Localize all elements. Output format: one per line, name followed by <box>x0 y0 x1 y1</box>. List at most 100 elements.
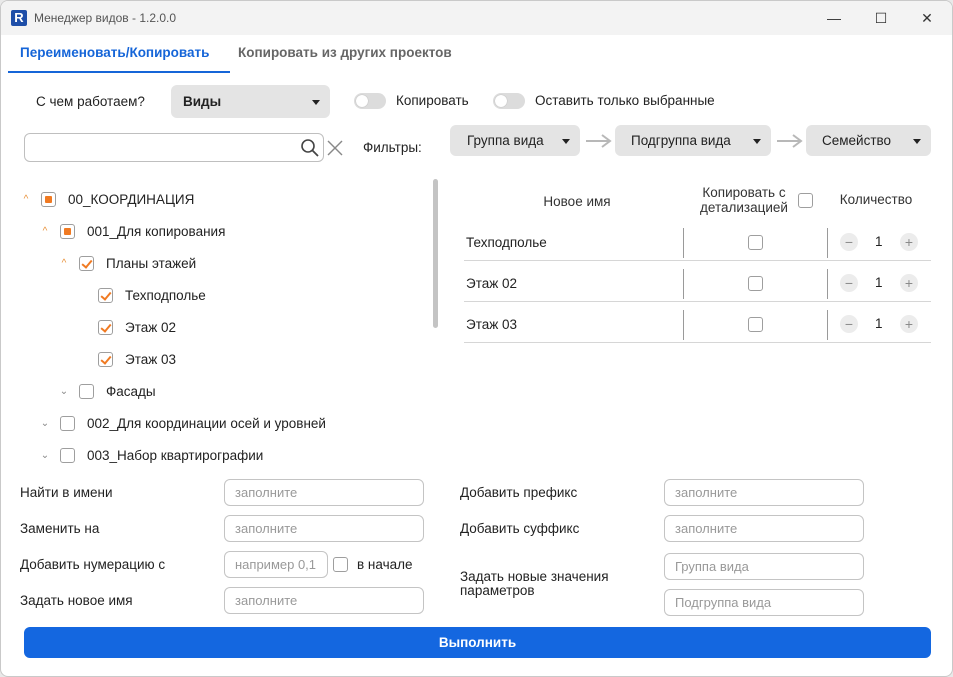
column-divider <box>827 310 828 340</box>
minimize-button[interactable]: — <box>811 1 857 35</box>
at-start-checkbox[interactable] <box>333 557 348 572</box>
tree-item-label: Этаж 03 <box>125 351 177 367</box>
tree-checkbox[interactable] <box>60 447 75 463</box>
filter-view-group-label: Группа вида <box>467 133 544 148</box>
maximize-button[interactable]: ☐ <box>858 1 904 35</box>
search-icon[interactable] <box>300 138 320 158</box>
tree-item-kvartirografii[interactable]: ⌄ 003_Набор квартирографии <box>40 445 263 465</box>
row-name: Техподполье <box>466 235 547 250</box>
chevron-up-icon[interactable]: ^ <box>21 194 31 205</box>
row-copy-detail-checkbox[interactable] <box>748 276 763 291</box>
keep-selected-toggle-label: Оставить только выбранные <box>535 93 715 108</box>
numbering-input[interactable]: например 0,1 <box>224 551 328 578</box>
find-in-name-label: Найти в имени <box>20 485 113 500</box>
tree-item-label: Планы этажей <box>106 255 197 271</box>
tree-checkbox[interactable] <box>98 319 113 335</box>
column-header-copy-detail-line2: детализацией <box>700 200 788 215</box>
tree-checkbox[interactable] <box>79 255 94 271</box>
increment-button[interactable]: + <box>900 233 918 251</box>
tree-item-dlya-kopirovaniya[interactable]: ^ 001_Для копирования <box>40 221 225 241</box>
chevron-down-icon[interactable]: ⌄ <box>40 418 50 429</box>
filter-view-group[interactable]: Группа вида <box>450 125 580 156</box>
app-logo-icon: R <box>11 10 27 26</box>
decrement-button[interactable]: − <box>840 233 858 251</box>
tree-checkbox[interactable] <box>60 415 75 431</box>
decrement-button[interactable]: − <box>840 274 858 292</box>
tree-item-plany-etazhey[interactable]: ^ Планы этажей <box>59 253 196 273</box>
copy-toggle[interactable] <box>354 93 386 109</box>
replace-with-input[interactable]: заполните <box>224 515 424 542</box>
row-divider <box>464 260 931 261</box>
work-with-value: Виды <box>183 94 222 109</box>
copy-detail-all-checkbox[interactable] <box>798 193 813 208</box>
new-name-input[interactable]: заполните <box>224 587 424 614</box>
column-divider <box>683 269 684 299</box>
row-copy-detail-checkbox[interactable] <box>748 235 763 250</box>
close-button[interactable]: ✕ <box>904 1 950 35</box>
increment-button[interactable]: + <box>900 315 918 333</box>
row-quantity: 1 <box>875 234 883 249</box>
chevron-down-icon[interactable]: ⌄ <box>40 450 50 461</box>
prefix-label: Добавить префикс <box>460 485 578 500</box>
filter-view-subgroup[interactable]: Подгруппа вида <box>615 125 771 156</box>
column-divider <box>683 228 684 258</box>
tree-item-label: Этаж 02 <box>125 319 177 335</box>
row-quantity: 1 <box>875 316 883 331</box>
row-copy-detail-checkbox[interactable] <box>748 317 763 332</box>
title-bar: R Менеджер видов - 1.2.0.0 — ☐ ✕ <box>1 1 952 35</box>
app-window: R Менеджер видов - 1.2.0.0 — ☐ ✕ Переиме… <box>0 0 953 677</box>
tree-scrollbar[interactable] <box>433 179 438 328</box>
filter-view-subgroup-label: Подгруппа вида <box>631 133 731 148</box>
view-group-input[interactable]: Группа вида <box>664 553 864 580</box>
work-with-label: С чем работаем? <box>36 94 145 109</box>
tree-checkbox[interactable] <box>98 351 113 367</box>
filter-family-label: Семейство <box>822 133 892 148</box>
column-header-quantity: Количество <box>839 192 913 207</box>
row-quantity: 1 <box>875 275 883 290</box>
tree-item-label: 001_Для копирования <box>87 223 226 239</box>
tree-checkbox[interactable] <box>79 383 94 399</box>
view-subgroup-input[interactable]: Подгруппа вида <box>664 589 864 616</box>
filter-family[interactable]: Семейство <box>806 125 931 156</box>
tree-item-label: 002_Для координации осей и уровней <box>87 415 326 431</box>
tree-item-koordinacii-osey[interactable]: ⌄ 002_Для координации осей и уровней <box>40 413 326 433</box>
tree-checkbox[interactable] <box>98 287 113 303</box>
replace-with-label: Заменить на <box>20 521 100 536</box>
suffix-input[interactable]: заполните <box>664 515 864 542</box>
chevron-down-icon <box>753 138 761 144</box>
search-input[interactable] <box>24 133 324 162</box>
clear-search-icon[interactable] <box>326 139 344 157</box>
numbering-label: Добавить нумерацию с <box>20 557 166 572</box>
tab-copy-from-projects[interactable]: Копировать из других проектов <box>238 45 452 60</box>
decrement-button[interactable]: − <box>840 315 858 333</box>
chevron-up-icon[interactable]: ^ <box>59 258 69 269</box>
column-header-copy-detail-line1: Копировать с <box>702 185 786 200</box>
keep-selected-toggle[interactable] <box>493 93 525 109</box>
new-name-label: Задать новое имя <box>20 593 133 608</box>
column-header-copy-detail: Копировать с детализацией <box>684 185 804 215</box>
suffix-label: Добавить суффикс <box>460 521 580 536</box>
tree-checkbox[interactable] <box>60 223 75 239</box>
tree-item-fasady[interactable]: ⌄ Фасады <box>59 381 156 401</box>
params-label: Задать новые значения параметров <box>460 570 609 598</box>
tab-rename-copy[interactable]: Переименовать/Копировать <box>20 45 209 60</box>
row-divider <box>464 342 931 343</box>
chevron-down-icon <box>562 138 570 144</box>
prefix-input[interactable]: заполните <box>664 479 864 506</box>
tree-item-label: 00_КООРДИНАЦИЯ <box>68 191 195 207</box>
run-button[interactable]: Выполнить <box>24 627 931 658</box>
tree-checkbox[interactable] <box>41 191 56 207</box>
params-label-line2: параметров <box>460 583 535 598</box>
column-header-new-name: Новое имя <box>543 194 611 209</box>
increment-button[interactable]: + <box>900 274 918 292</box>
chevron-down-icon[interactable]: ⌄ <box>59 386 69 397</box>
tree-item-etazh-03[interactable]: Этаж 03 <box>98 349 176 369</box>
chevron-down-icon <box>913 138 921 144</box>
tree-item-label: 003_Набор квартирографии <box>87 447 264 463</box>
tree-item-etazh-02[interactable]: Этаж 02 <box>98 317 176 337</box>
find-in-name-input[interactable]: заполните <box>224 479 424 506</box>
work-with-select[interactable]: Виды <box>171 85 330 118</box>
tree-item-tehpodpolye[interactable]: Техподполье <box>98 285 206 305</box>
chevron-up-icon[interactable]: ^ <box>40 226 50 237</box>
tree-item-koordinaciya[interactable]: ^ 00_КООРДИНАЦИЯ <box>21 189 194 209</box>
